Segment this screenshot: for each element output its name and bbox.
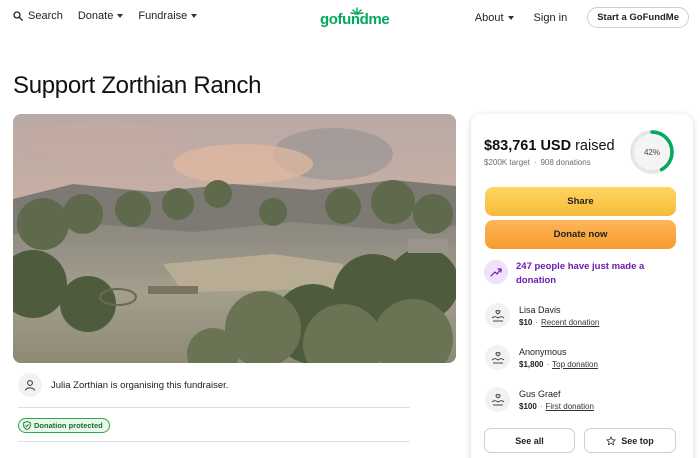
- search-label: Search: [28, 10, 63, 22]
- sign-in-link[interactable]: Sign in: [534, 12, 568, 24]
- divider: [18, 441, 410, 442]
- donor-name: Anonymous: [519, 346, 567, 357]
- donation-amount: $1,800: [519, 359, 544, 369]
- donation-hands-icon: [485, 345, 510, 370]
- donation-card: $83,761 USD raised $200K target · 908 dona…: [471, 114, 693, 458]
- about-menu-label: About: [474, 11, 504, 24]
- burned-ranch-landscape-image: [13, 114, 456, 363]
- start-gofundme-button[interactable]: Start a GoFundMe: [587, 7, 689, 28]
- user-icon: [25, 380, 35, 391]
- donation-protected-badge[interactable]: Donation protected: [18, 418, 110, 433]
- donation-amount: $100: [519, 401, 537, 411]
- see-all-button[interactable]: See all: [484, 428, 575, 453]
- trending-up-icon: [484, 260, 508, 284]
- first-donation-link[interactable]: First donation: [545, 402, 593, 411]
- see-top-label: See top: [621, 435, 654, 446]
- donation-line: $100 · First donation: [519, 402, 594, 411]
- separator-dot: ·: [533, 158, 537, 167]
- progress-ring: 42%: [627, 127, 677, 177]
- donation-details: Lisa Davis $10 · Recent donation: [519, 305, 599, 327]
- donate-now-button[interactable]: Donate now: [485, 220, 676, 249]
- fundraise-menu-label: Fundraise: [138, 10, 188, 22]
- see-top-button[interactable]: See top: [584, 428, 676, 453]
- star-icon: [606, 435, 616, 446]
- chevron-down-icon: [191, 14, 198, 18]
- recent-donation-link[interactable]: Recent donation: [541, 318, 599, 327]
- separator-dot: ·: [539, 401, 543, 411]
- target-amount: $200K target: [484, 158, 530, 167]
- shield-check-icon: [23, 421, 31, 430]
- sign-in-label: Sign in: [533, 11, 568, 24]
- logo-wordmark: gofundme: [320, 11, 390, 28]
- fundraiser-hero-image[interactable]: [13, 114, 456, 363]
- divider: [18, 407, 410, 408]
- raised-amount: $83,761 USD: [484, 138, 572, 154]
- chevron-down-icon: [507, 15, 514, 20]
- top-navigation: Search Donate Fundraise gofundme About S…: [0, 0, 700, 34]
- donation-protected-label: Donation protected: [34, 421, 103, 430]
- donate-menu[interactable]: Donate: [77, 10, 124, 22]
- nav-right: About Sign in Start a GoFundMe: [475, 7, 689, 28]
- see-all-label: See all: [515, 435, 544, 446]
- donations-count: 908 donations: [540, 158, 591, 167]
- donate-menu-label: Donate: [77, 10, 114, 22]
- page-title: Support Zorthian Ranch: [13, 72, 262, 99]
- fundraiser-meta: $200K target · 908 donations: [484, 158, 591, 167]
- organiser-row: Julia Zorthian is organising this fundra…: [18, 373, 228, 397]
- organiser-avatar: [18, 373, 42, 397]
- chevron-down-icon: [117, 14, 124, 18]
- raised-suffix: raised: [575, 138, 615, 154]
- separator-dot: ·: [535, 317, 539, 327]
- organiser-text: Julia Zorthian is organising this fundra…: [51, 379, 229, 391]
- donation-line: $1,800 · Top donation: [519, 360, 598, 369]
- donation-amount: $10: [519, 317, 533, 327]
- amount-raised: $83,761 USD raised: [484, 138, 615, 154]
- nav-left: Search Donate Fundraise: [13, 10, 212, 22]
- share-button[interactable]: Share: [485, 187, 676, 216]
- donor-name: Lisa Davis: [519, 304, 561, 315]
- progress-percent: 42%: [643, 147, 660, 157]
- separator-dot: ·: [546, 359, 550, 369]
- trending-text: 247 people have just made a donation: [516, 261, 645, 286]
- about-menu[interactable]: About: [475, 12, 514, 24]
- donation-hands-icon: [485, 387, 510, 412]
- top-donation-link[interactable]: Top donation: [552, 360, 598, 369]
- fundraise-menu[interactable]: Fundraise: [138, 10, 198, 22]
- gofundme-logo[interactable]: gofundme: [320, 4, 390, 30]
- donation-hands-icon: [485, 303, 510, 328]
- search-button[interactable]: Search: [13, 10, 63, 22]
- donation-item: Anonymous $1,800 · Top donation: [485, 345, 598, 370]
- search-icon: [13, 11, 23, 21]
- trending-notice: 247 people have just made a donation: [484, 260, 666, 288]
- donation-details: Anonymous $1,800 · Top donation: [519, 347, 598, 369]
- donation-line: $10 · Recent donation: [519, 318, 599, 327]
- donation-item: Gus Graef $100 · First donation: [485, 387, 594, 412]
- donor-name: Gus Graef: [519, 388, 561, 399]
- donation-details: Gus Graef $100 · First donation: [519, 389, 594, 411]
- donation-item: Lisa Davis $10 · Recent donation: [485, 303, 599, 328]
